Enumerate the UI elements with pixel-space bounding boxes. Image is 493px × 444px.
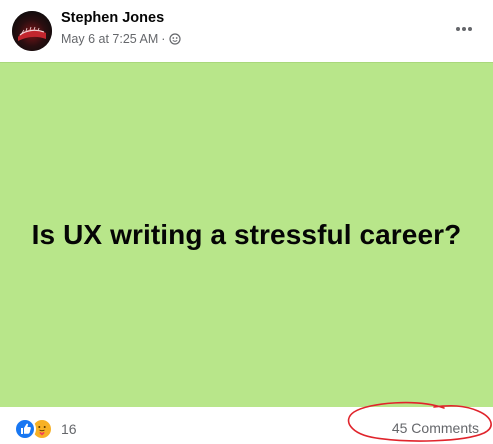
post-meta: May 6 at 7:25 AM ·	[61, 32, 182, 46]
reactions-summary[interactable]: 16	[14, 418, 77, 440]
post-text-banner: Is UX writing a stressful career?	[0, 62, 493, 407]
like-icon	[14, 418, 36, 440]
post-card: Stephen Jones May 6 at 7:25 AM · Is UX w	[0, 0, 493, 444]
author-name[interactable]: Stephen Jones	[61, 10, 164, 26]
avatar-image	[12, 11, 52, 51]
meta-separator: ·	[161, 32, 166, 46]
post-footer: 16 45 Comments	[0, 407, 493, 444]
more-options-icon	[456, 27, 472, 31]
reaction-count: 16	[61, 421, 77, 437]
author-avatar[interactable]	[12, 11, 52, 51]
post-banner-text: Is UX writing a stressful career?	[31, 219, 462, 250]
post-header: Stephen Jones May 6 at 7:25 AM ·	[0, 0, 493, 62]
comments-count-link[interactable]: 45 Comments	[392, 420, 479, 436]
globe-icon[interactable]	[169, 33, 182, 45]
more-options-button[interactable]	[451, 16, 477, 42]
post-timestamp[interactable]: May 6 at 7:25 AM	[61, 32, 158, 46]
